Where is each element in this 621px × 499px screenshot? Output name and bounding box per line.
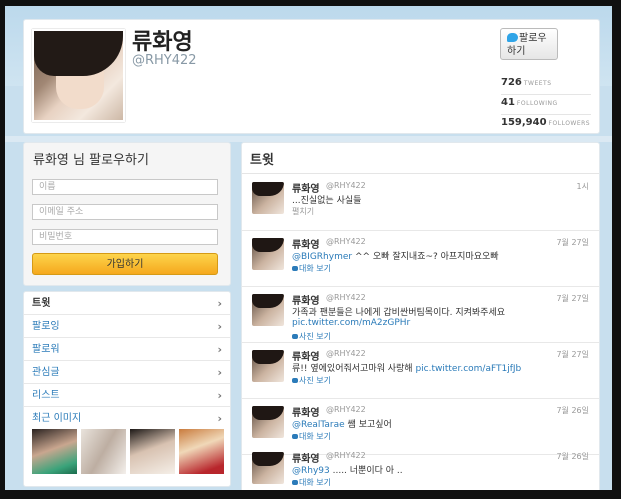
stat-divider — [501, 94, 591, 95]
follow-label-line1: 팔로우 — [519, 33, 547, 44]
chevron-right-icon: › — [217, 389, 222, 402]
speech-bubble-icon — [292, 480, 298, 485]
recent-image-thumbnail[interactable] — [179, 429, 224, 474]
tweet-handle: @RHY422 — [326, 405, 366, 414]
follow-label-line2: 하기 — [507, 46, 526, 57]
tweet-item[interactable]: 류화영 @RHY422 1시 ...진실없는 사실들 펼치기 — [242, 174, 599, 231]
signup-card: 류화영 님 팔로우하기 이름 이메일 주소 비밀번호 가입하기 — [23, 142, 231, 286]
speech-bubble-icon — [292, 434, 298, 439]
tweet-time[interactable]: 7월 27일 — [556, 293, 589, 304]
chevron-right-icon: › — [217, 343, 222, 356]
tweet-avatar[interactable] — [252, 452, 284, 484]
view-photo-link[interactable]: 사진 보기 — [292, 331, 331, 342]
signup-button[interactable]: 가입하기 — [32, 253, 218, 275]
signup-title: 류화영 님 팔로우하기 — [33, 153, 149, 168]
tweet-avatar[interactable] — [252, 406, 284, 438]
view-photo-link[interactable]: 사진 보기 — [292, 375, 331, 386]
nav-item-tweets[interactable]: 트윗 › — [24, 292, 230, 315]
view-conversation-link[interactable]: 대화 보기 — [292, 263, 331, 274]
name-field[interactable]: 이름 — [32, 179, 218, 195]
recent-image-thumbnail[interactable] — [130, 429, 175, 474]
tweet-item[interactable]: 류화영 @RHY422 7월 26일 @Rhy93 ..... 너뿐이다 아 .… — [242, 444, 599, 490]
tweet-time[interactable]: 7월 26일 — [556, 405, 589, 416]
tweet-avatar[interactable] — [252, 238, 284, 270]
profile-nav: 트윗 › 팔로잉 › 팔로워 › 관심글 › 리스트 › 최근 이미지 › — [23, 291, 231, 487]
tweet-timeline: 트윗 류화영 @RHY422 1시 ...진실없는 사실들 펼치기 류화영 @R… — [241, 142, 600, 490]
view-conversation-link[interactable]: 대화 보기 — [292, 431, 331, 442]
photo-link[interactable]: pic.twitter.com/aFT1jfJb — [415, 364, 521, 374]
tweet-item[interactable]: 류화영 @RHY422 7월 27일 류!! 옆에있어줘서고마워 사랑해 pic… — [242, 342, 599, 399]
tweet-handle: @RHY422 — [326, 451, 366, 460]
chevron-right-icon: › — [217, 412, 222, 425]
recent-images-grid — [32, 429, 224, 474]
photo-icon — [292, 334, 298, 339]
tweet-text: ...진실없는 사실들 — [292, 196, 362, 206]
tweet-avatar[interactable] — [252, 182, 284, 214]
tweet-handle: @RHY422 — [326, 237, 366, 246]
nav-item-following[interactable]: 팔로잉 › — [24, 315, 230, 338]
speech-bubble-icon — [292, 266, 298, 271]
tweet-time[interactable]: 7월 27일 — [556, 237, 589, 248]
nav-item-followers[interactable]: 팔로워 › — [24, 338, 230, 361]
stat-followers[interactable]: 159,940 FOLLOWERS — [501, 117, 590, 128]
nav-item-lists[interactable]: 리스트 › — [24, 384, 230, 407]
tweet-avatar[interactable] — [252, 294, 284, 326]
tweet-handle: @RHY422 — [326, 293, 366, 302]
tweet-time[interactable]: 1시 — [577, 181, 589, 192]
email-field[interactable]: 이메일 주소 — [32, 204, 218, 220]
profile-card: 류화영 @RHY422 팔로우 하기 726 TWEETS 41 FOLLOWING… — [23, 19, 600, 134]
recent-image-thumbnail[interactable] — [32, 429, 77, 474]
tweet-text: 가족과 팬분들은 나에게 갑비싼버팀목이다. 지켜봐주세요 — [292, 308, 506, 318]
tweet-time[interactable]: 7월 26일 — [556, 451, 589, 462]
tweet-text: 류!! 옆에있어줘서고마워 사랑해 pic.twitter.com/aFT1jf… — [292, 364, 522, 374]
profile-name: 류화영 — [132, 30, 193, 55]
stat-tweets[interactable]: 726 TWEETS — [501, 77, 552, 88]
profile-avatar[interactable] — [32, 29, 125, 122]
tweet-text: @Rhy93 ..... 너뿐이다 아 .. — [292, 466, 403, 476]
expand-link[interactable]: 펼치기 — [292, 206, 314, 217]
tweet-item[interactable]: 류화영 @RHY422 7월 27일 가족과 팬분들은 나에게 갑비싼버팀목이다… — [242, 286, 599, 343]
nav-item-recent-images[interactable]: 최근 이미지 › — [24, 407, 230, 430]
follow-button[interactable]: 팔로우 하기 — [500, 28, 558, 60]
chevron-right-icon: › — [217, 297, 222, 310]
tweet-handle: @RHY422 — [326, 181, 366, 190]
tweet-handle: @RHY422 — [326, 349, 366, 358]
view-conversation-link[interactable]: 대화 보기 — [292, 477, 331, 488]
mention-link[interactable]: @BIGRhymer — [292, 252, 352, 262]
tweet-item[interactable]: 류화영 @RHY422 7월 27일 @BIGRhymer ^^ 오빠 잘지내죠… — [242, 230, 599, 287]
tweet-text: @RealTarae 쌤 보고싶어 — [292, 420, 392, 430]
twitter-bird-icon — [507, 33, 518, 42]
avatar-hair — [34, 31, 123, 76]
mention-link[interactable]: @Rhy93 — [292, 466, 330, 476]
page-frame: 류화영 @RHY422 팔로우 하기 726 TWEETS 41 FOLLOWING… — [5, 6, 612, 490]
tweet-avatar[interactable] — [252, 350, 284, 382]
photo-link[interactable]: pic.twitter.com/mA2zGPHr — [292, 318, 410, 328]
tweet-time[interactable]: 7월 27일 — [556, 349, 589, 360]
mention-link[interactable]: @RealTarae — [292, 420, 345, 430]
chevron-right-icon: › — [217, 366, 222, 379]
stat-following[interactable]: 41 FOLLOWING — [501, 97, 558, 108]
tweet-text: @BIGRhymer ^^ 오빠 잘지내죠~? 아프지마요오빠 — [292, 252, 499, 262]
chevron-right-icon: › — [217, 320, 222, 333]
timeline-title: 트윗 — [250, 153, 274, 168]
profile-handle: @RHY422 — [132, 53, 197, 68]
password-field[interactable]: 비밀번호 — [32, 229, 218, 245]
photo-icon — [292, 378, 298, 383]
nav-item-favorites[interactable]: 관심글 › — [24, 361, 230, 384]
recent-image-thumbnail[interactable] — [81, 429, 126, 474]
stat-divider — [501, 114, 591, 115]
